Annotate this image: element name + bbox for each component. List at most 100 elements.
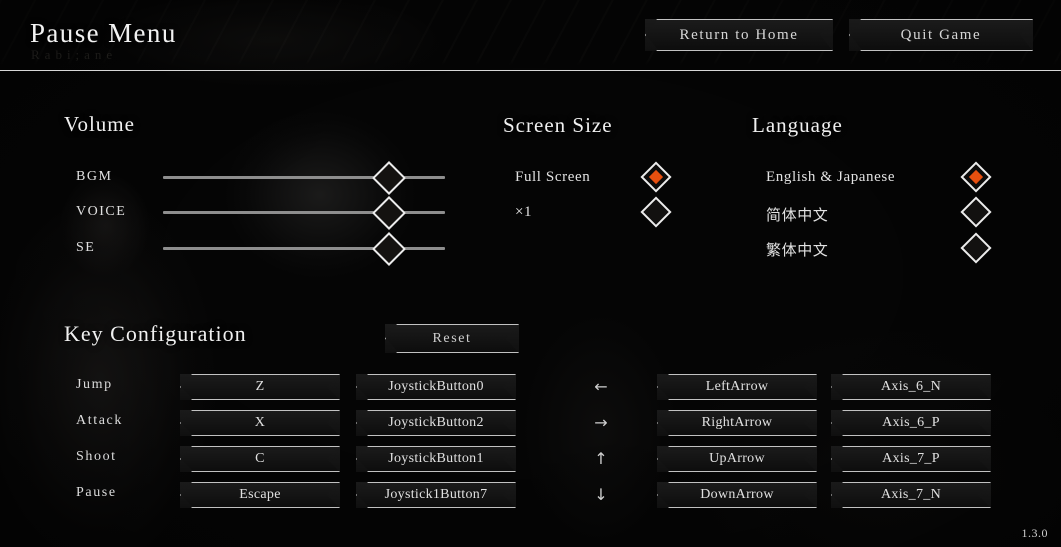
- key-binding-button-shoot[interactable]: C: [180, 446, 340, 472]
- volume-slider-handle-bgm[interactable]: [371, 161, 406, 195]
- button-border: [385, 324, 519, 353]
- volume-label-se: SE: [76, 240, 96, 255]
- joystick-binding-label-shoot: JoystickButton1: [388, 451, 484, 466]
- button-border: [645, 19, 833, 51]
- button-fill: [658, 483, 816, 507]
- return-to-home-button[interactable]: Return to Home: [645, 19, 833, 51]
- joystick-binding-label-jump: JoystickButton0: [388, 379, 484, 394]
- language-radio-english-japanese[interactable]: [960, 161, 992, 193]
- joystick-binding-button-pause[interactable]: Joystick1Button7: [356, 482, 516, 508]
- language-label-simplified-chinese: 简体中文: [766, 206, 829, 224]
- axis-binding-label-down: Axis_7_N: [881, 487, 941, 502]
- button-border: [657, 446, 817, 472]
- button-fill: [357, 447, 515, 471]
- axis-binding-button-down[interactable]: Axis_7_N: [831, 482, 991, 508]
- axis-binding-label-up: Axis_7_P: [882, 451, 940, 466]
- button-fill: [357, 483, 515, 507]
- language-label-traditional-chinese: 繁体中文: [766, 241, 829, 259]
- button-border: [657, 410, 817, 436]
- key-binding-label-shoot: C: [255, 451, 265, 466]
- button-border: [831, 482, 991, 508]
- joystick-binding-label-pause: Joystick1Button7: [384, 487, 488, 502]
- key-binding-label-pause: Escape: [239, 487, 281, 502]
- button-fill: [832, 447, 990, 471]
- button-fill: [658, 411, 816, 435]
- language-radio-traditional-chinese[interactable]: [960, 232, 992, 264]
- button-border: [356, 446, 516, 472]
- key-binding-label-attack: X: [254, 415, 266, 430]
- language-label-english-japanese: English & Japanese: [766, 169, 896, 185]
- return-to-home-label: Return to Home: [679, 26, 799, 43]
- screen-size-section-title: Screen Size: [503, 113, 613, 137]
- joystick-binding-label-attack: JoystickButton2: [388, 415, 484, 430]
- button-fill: [832, 411, 990, 435]
- button-fill: [658, 375, 816, 399]
- arrow-left-icon: ←: [594, 377, 608, 396]
- key-binding-label-jump: Z: [255, 379, 265, 394]
- volume-label-voice: VOICE: [76, 204, 127, 219]
- volume-slider-handle-se[interactable]: [371, 232, 406, 266]
- button-fill: [658, 447, 816, 471]
- axis-binding-button-right[interactable]: Axis_6_P: [831, 410, 991, 436]
- menu-root: Pause Menu Rabi;ane Return to Home Quit …: [0, 0, 1061, 547]
- joystick-binding-button-shoot[interactable]: JoystickButton1: [356, 446, 516, 472]
- button-fill: [181, 411, 339, 435]
- button-fill: [386, 325, 518, 352]
- joystick-binding-button-attack[interactable]: JoystickButton2: [356, 410, 516, 436]
- direction-key-label-down: DownArrow: [700, 487, 774, 502]
- button-border: [849, 19, 1033, 51]
- key-action-label-attack: Attack: [76, 413, 123, 428]
- screen-size-radio-x1[interactable]: [640, 196, 672, 228]
- button-border: [831, 374, 991, 400]
- header-bar: Pause Menu Rabi;ane Return to Home Quit …: [0, 0, 1061, 71]
- reset-keys-label: Reset: [432, 330, 472, 346]
- button-border: [180, 482, 340, 508]
- arrow-up-icon: ↑: [594, 449, 608, 468]
- axis-binding-button-left[interactable]: Axis_6_N: [831, 374, 991, 400]
- screen-size-label-full-screen: Full Screen: [515, 169, 591, 185]
- button-border: [180, 374, 340, 400]
- button-fill: [646, 20, 832, 50]
- axis-binding-label-right: Axis_6_P: [882, 415, 940, 430]
- key-binding-button-pause[interactable]: Escape: [180, 482, 340, 508]
- axis-binding-label-left: Axis_6_N: [881, 379, 941, 394]
- button-border: [657, 374, 817, 400]
- screen-size-label-x1: ×1: [515, 204, 533, 220]
- button-fill: [181, 447, 339, 471]
- direction-key-label-up: UpArrow: [709, 451, 765, 466]
- button-border: [831, 446, 991, 472]
- language-section-title: Language: [752, 113, 843, 137]
- key-binding-button-attack[interactable]: X: [180, 410, 340, 436]
- volume-section-title: Volume: [64, 112, 135, 136]
- axis-binding-button-up[interactable]: Axis_7_P: [831, 446, 991, 472]
- reset-keys-button[interactable]: Reset: [385, 324, 519, 353]
- direction-key-button-right[interactable]: RightArrow: [657, 410, 817, 436]
- quit-game-button[interactable]: Quit Game: [849, 19, 1033, 51]
- button-fill: [181, 483, 339, 507]
- direction-key-button-left[interactable]: LeftArrow: [657, 374, 817, 400]
- button-border: [356, 482, 516, 508]
- screen-size-radio-full-screen[interactable]: [640, 161, 672, 193]
- button-border: [831, 410, 991, 436]
- volume-slider-handle-voice[interactable]: [371, 196, 406, 230]
- direction-key-button-up[interactable]: UpArrow: [657, 446, 817, 472]
- key-action-label-shoot: Shoot: [76, 449, 117, 464]
- direction-key-label-right: RightArrow: [701, 415, 773, 430]
- direction-key-button-down[interactable]: DownArrow: [657, 482, 817, 508]
- key-action-label-jump: Jump: [76, 377, 113, 392]
- button-fill: [357, 375, 515, 399]
- joystick-binding-button-jump[interactable]: JoystickButton0: [356, 374, 516, 400]
- page-title: Pause Menu: [30, 18, 177, 48]
- language-radio-simplified-chinese[interactable]: [960, 196, 992, 228]
- key-binding-button-jump[interactable]: Z: [180, 374, 340, 400]
- button-fill: [832, 483, 990, 507]
- key-action-label-pause: Pause: [76, 485, 117, 500]
- button-fill: [850, 20, 1032, 50]
- arrow-down-icon: ↓: [594, 485, 608, 504]
- button-fill: [357, 411, 515, 435]
- button-border: [356, 374, 516, 400]
- button-border: [657, 482, 817, 508]
- button-border: [180, 446, 340, 472]
- key-configuration-section-title: Key Configuration: [64, 321, 247, 346]
- page-subtitle: Rabi;ane: [31, 47, 118, 62]
